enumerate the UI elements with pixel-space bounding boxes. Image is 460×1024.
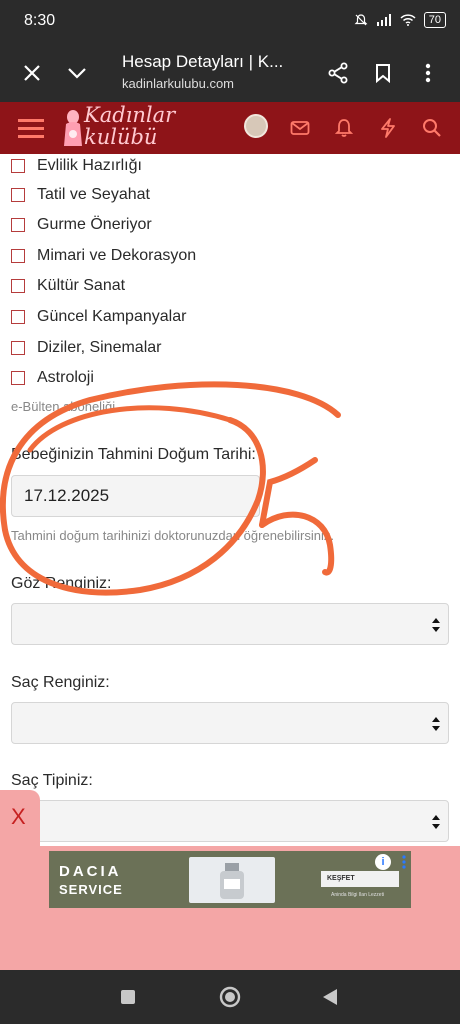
ad-brand: DACIA (59, 863, 122, 880)
interest-item[interactable]: Tatil ve Seyahat (11, 186, 150, 204)
signal-icon (376, 14, 391, 26)
checkbox[interactable] (11, 249, 25, 263)
home-icon[interactable] (219, 986, 241, 1008)
checkbox-label: Güncel Kampanyalar (37, 308, 187, 325)
checkbox[interactable] (11, 341, 25, 355)
interest-item[interactable]: Diziler, Sinemalar (11, 339, 161, 357)
interest-item[interactable]: Kültür Sanat (11, 277, 125, 295)
ad-service: SERVICE (59, 882, 123, 897)
wifi-icon (400, 14, 416, 26)
ad-more-icon[interactable] (398, 854, 410, 870)
circle-scribble-2 (27, 405, 233, 453)
interest-item[interactable]: Gurme Öneriyor (11, 216, 152, 234)
checkbox-label: Tatil ve Seyahat (37, 186, 150, 203)
hair-color-select[interactable] (11, 702, 449, 744)
ad-cta-button[interactable]: KEŞFET (321, 871, 399, 887)
ad-close-button[interactable]: X (11, 804, 26, 830)
avatar[interactable] (244, 114, 268, 138)
page-url[interactable]: kadinlarkulubu.com (122, 76, 234, 91)
checkbox-label: Kültür Sanat (37, 277, 126, 294)
checkbox[interactable] (11, 159, 25, 173)
site-logo[interactable]: Kadınlar kulübü (84, 104, 175, 148)
bell-icon[interactable] (330, 114, 358, 142)
recents-icon[interactable] (120, 989, 136, 1005)
checkbox-label: Evlilik Hazırlığı (37, 157, 142, 174)
status-icons: 70 (354, 12, 446, 28)
eye-color-select[interactable] (11, 603, 449, 645)
ad-fine-print: Aninda Bilgi Ilan Lezzeti (331, 892, 385, 898)
checkbox-label: Diziler, Sinemalar (37, 339, 162, 356)
digit-five-stroke-2 (259, 511, 335, 576)
due-date-hint: Tahmini doğum tarihinizi doktorunuzdan ö… (11, 528, 335, 543)
site-header: Kadınlar kulübü (0, 102, 460, 154)
select-arrows-icon (432, 618, 440, 632)
checkbox-label: Mimari ve Dekorasyon (37, 247, 197, 264)
share-icon[interactable] (323, 58, 353, 88)
checkbox[interactable] (11, 188, 25, 202)
interest-item[interactable]: Güncel Kampanyalar (11, 308, 186, 326)
chevron-down-icon[interactable] (62, 58, 92, 88)
more-vert-icon[interactable] (413, 58, 443, 88)
checkbox[interactable] (11, 310, 25, 324)
newsletter-hint: e-Bülten aboneliği. (11, 399, 119, 414)
checkbox[interactable] (11, 371, 25, 385)
product-bottle-icon (220, 863, 244, 899)
browser-toolbar: Hesap Detayları | K... kadinlarkulubu.co… (0, 44, 460, 102)
menu-icon[interactable] (17, 114, 45, 142)
hair-type-select[interactable] (11, 800, 449, 842)
tab-title[interactable]: Hesap Detayları | K... (122, 52, 302, 72)
checkbox-label: Gurme Öneriyor (37, 216, 152, 233)
select-arrows-icon (432, 717, 440, 731)
logo-line-1: Kadınlar (84, 103, 176, 127)
search-icon[interactable] (418, 114, 446, 142)
interest-item[interactable]: Astroloji (11, 369, 94, 387)
back-icon[interactable] (322, 988, 338, 1006)
due-date-label: Bebeğinizin Tahmini Doğum Tarihi: (11, 446, 256, 463)
checkbox[interactable] (11, 279, 25, 293)
bolt-icon[interactable] (374, 114, 402, 142)
select-arrows-icon (432, 815, 440, 829)
eye-color-label: Göz Renginiz: (11, 575, 112, 592)
ad-product-image (189, 857, 275, 903)
battery-indicator: 70 (423, 12, 446, 28)
ad-banner[interactable]: DACIA SERVICE KEŞFET Aninda Bilgi Ilan L… (49, 851, 411, 908)
interest-item[interactable]: Mimari ve Dekorasyon (11, 247, 196, 265)
checkbox-label: Astroloji (37, 369, 94, 386)
bookmark-icon[interactable] (368, 58, 398, 88)
mute-icon (354, 14, 368, 26)
due-date-input[interactable]: 17.12.2025 (11, 475, 260, 517)
ad-info-icon[interactable]: i (375, 854, 391, 870)
checkbox[interactable] (11, 218, 25, 232)
status-time: 8:30 (24, 12, 56, 29)
status-bar: 8:30 70 (0, 0, 460, 44)
logo-figure-icon (64, 110, 82, 146)
system-nav-bar (0, 970, 460, 1024)
mail-icon[interactable] (286, 114, 314, 142)
hair-type-label: Saç Tipiniz: (11, 772, 93, 789)
close-icon[interactable] (17, 58, 47, 88)
logo-line-2: kulübü (84, 125, 158, 149)
interest-item[interactable]: Evlilik Hazırlığı (11, 157, 142, 175)
digit-five-stroke-1 (259, 457, 318, 528)
hair-color-label: Saç Renginiz: (11, 674, 110, 691)
